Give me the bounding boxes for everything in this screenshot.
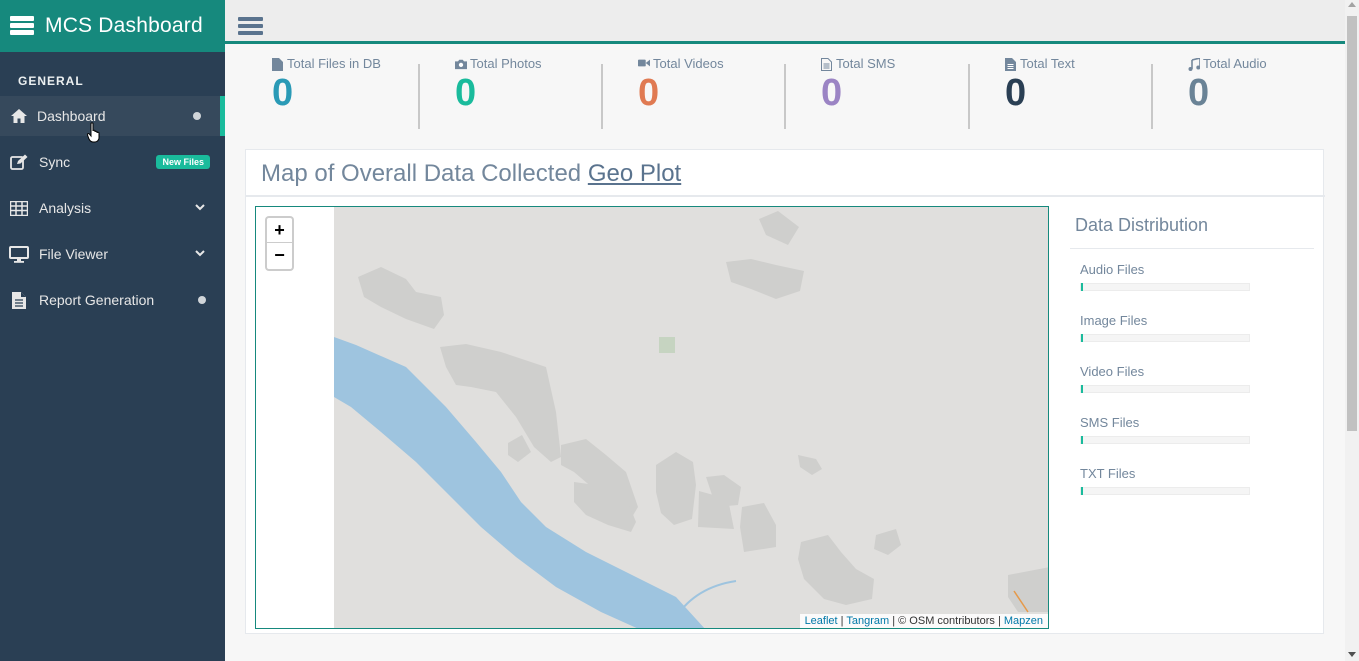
progress-bar [1080,436,1250,444]
zoom-control: + − [265,216,294,271]
stat-total-videos: Total Videos 0 [638,56,724,128]
zoom-in-button[interactable]: + [267,218,292,243]
music-icon [1188,57,1200,71]
new-files-badge: New Files [156,155,210,169]
distribution-item-txt: TXT Files [1080,466,1250,495]
geo-plot-link[interactable]: Geo Plot [588,160,681,187]
chevron-down-icon [195,248,205,260]
stat-divider [601,64,603,129]
sidebar-item-label: Report Generation [39,292,155,308]
stat-value: 0 [1005,72,1027,114]
status-dot [193,112,201,120]
chevron-down-icon [195,202,205,214]
sidebar-item-file-viewer[interactable]: File Viewer [0,234,225,274]
stat-divider [784,64,786,129]
sidebar-item-label: Analysis [39,200,92,216]
progress-bar [1080,334,1250,342]
stat-total-sms: Total SMS 0 [821,56,895,128]
stat-label: Total Files in DB [287,56,381,71]
distribution-item-image: Image Files [1080,313,1250,342]
brand-header[interactable]: MCS Dashboard [0,0,225,52]
text-file-icon [1005,57,1017,71]
camera-icon [455,58,467,70]
scroll-down-arrow-icon[interactable] [1348,652,1356,657]
progress-fill [1081,334,1083,342]
map-attribution: Leaflet | Tangram | © OSM contributors |… [799,614,1048,628]
app-title: MCS Dashboard [45,14,203,37]
hand-cursor-icon [87,122,100,143]
sidebar-item-label: Dashboard [37,108,106,124]
divider [246,195,1325,197]
progress-fill [1081,283,1083,291]
stat-label: Total Photos [470,56,542,71]
distribution-label: TXT Files [1080,466,1136,481]
stat-total-text: Total Text 0 [1005,56,1075,128]
table-icon [9,199,29,217]
leaflet-link[interactable]: Leaflet [805,615,838,627]
stat-value: 0 [821,72,843,114]
home-icon [9,107,29,125]
stat-value: 0 [1188,72,1210,114]
distribution-label: Video Files [1080,364,1145,379]
stat-divider [1151,64,1153,129]
map-tiles [334,207,1048,628]
sms-file-icon [821,57,833,71]
progress-bar [1080,385,1250,393]
tangram-link[interactable]: Tangram [846,615,889,627]
file-text-icon [9,291,29,309]
status-dot [198,296,206,304]
divider [1070,248,1314,249]
distribution-label: Image Files [1080,313,1148,328]
sidebar: MCS Dashboard GENERAL Dashboard Sync New… [0,0,225,661]
mapzen-link[interactable]: Mapzen [1004,615,1043,627]
stat-total-photos: Total Photos 0 [455,56,542,128]
map-view[interactable]: + − Leaflet | Tangram | © OSM contributo… [255,206,1049,629]
stat-label: Total SMS [836,56,896,71]
desktop-icon [9,245,29,263]
server-icon [10,16,34,36]
stat-value: 0 [272,72,294,114]
stat-value: 0 [455,72,477,114]
distribution-label: SMS Files [1080,415,1140,430]
progress-fill [1081,436,1083,444]
page-scrollbar[interactable] [1345,0,1359,661]
progress-bar [1080,283,1250,291]
top-navbar [225,0,1345,44]
sidebar-item-dashboard[interactable]: Dashboard [0,96,225,136]
scroll-thumb[interactable] [1347,16,1357,431]
sidebar-item-sync[interactable]: Sync New Files [0,142,225,182]
stat-label: Total Audio [1203,56,1267,71]
distribution-label: Audio Files [1080,262,1145,277]
osm-contributors-text: | © OSM contributors | [889,615,1004,627]
sidebar-item-label: Sync [39,154,71,170]
stat-label: Total Text [1020,56,1075,71]
video-icon [638,58,650,70]
scroll-up-arrow-icon[interactable] [1348,2,1356,7]
panel-title: Map of Overall Data Collected Geo Plot [261,160,681,188]
progress-bar [1080,487,1250,495]
stat-value: 0 [638,72,660,114]
menu-toggle-icon[interactable] [238,17,263,36]
sidebar-item-analysis[interactable]: Analysis [0,188,225,228]
stats-row: Total Files in DB 0 Total Photos 0 Total… [245,52,1345,132]
stat-divider [968,64,970,129]
stat-divider [418,64,420,129]
stat-total-audio: Total Audio 0 [1188,56,1267,128]
zoom-out-button[interactable]: − [267,243,292,268]
file-icon [272,57,284,71]
distribution-title: Data Distribution [1075,215,1209,235]
edit-icon [9,153,29,171]
distribution-item-video: Video Files [1080,364,1250,393]
progress-fill [1081,385,1083,393]
panel-title-text: Map of Overall Data Collected [261,160,582,187]
sidebar-item-report-generation[interactable]: Report Generation [0,280,225,320]
distribution-item-sms: SMS Files [1080,415,1250,444]
stat-total-files: Total Files in DB 0 [272,56,381,128]
sidebar-item-label: File Viewer [39,246,108,262]
progress-fill [1081,487,1083,495]
distribution-item-audio: Audio Files [1080,262,1250,291]
stat-label: Total Videos [653,56,724,71]
